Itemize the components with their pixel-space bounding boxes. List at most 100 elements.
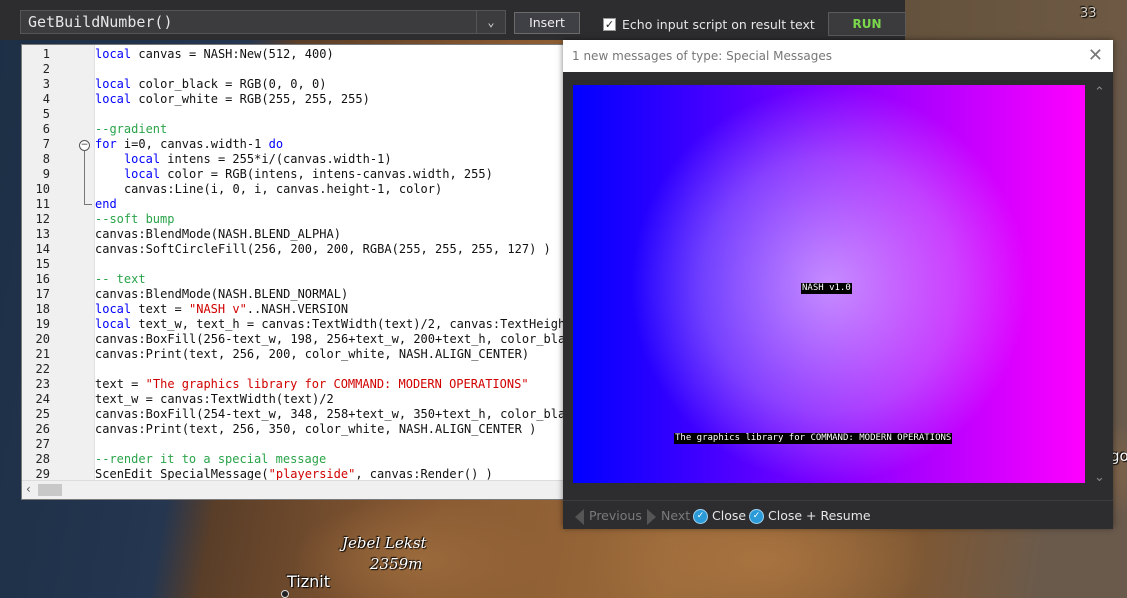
code-line[interactable]: 19 local text_w, text_h = canvas:TextWidt… — [22, 317, 565, 332]
script-toolbar: GetBuildNumber() ⌄ Insert ✓ Echo input s… — [0, 0, 906, 40]
code-line[interactable]: 24 text_w = canvas:TextWidth(text)/2 — [22, 392, 564, 407]
code-text: canvas:BlendMode(NASH.BLEND_NORMAL) — [95, 287, 349, 301]
code-text: canvas:Print(text, 256, 200, color_white… — [95, 347, 530, 361]
check-circle-icon: ✓ — [749, 509, 764, 524]
next-button[interactable]: Next — [647, 508, 690, 525]
code-line[interactable]: 1 local canvas = NASH:New(512, 400) — [22, 47, 564, 62]
rendered-canvas-image: NASH v1.0 The graphics library for COMMA… — [573, 85, 1085, 483]
code-line[interactable]: 9 local color = RGB(intens, intens-canva… — [22, 167, 564, 182]
code-editor[interactable]: 1 local canvas = NASH:New(512, 400) 2 3 loca… — [21, 44, 565, 500]
line-number: 14 — [35, 242, 50, 256]
line-number: 4 — [42, 92, 50, 106]
code-line[interactable]: 14 canvas:SoftCircleFill(256, 200, 200, R… — [22, 242, 564, 257]
check-circle-icon: ✓ — [693, 509, 708, 524]
previous-label: Previous — [589, 508, 642, 523]
code-text: --render it to a special message — [95, 452, 327, 466]
chevron-up-icon[interactable]: ⌃ — [1094, 85, 1105, 100]
special-message-dialog: 1 new messages of type: Special Messages… — [563, 40, 1113, 529]
code-line[interactable]: 21 canvas:Print(text, 256, 200, color_whi… — [22, 347, 564, 362]
code-line[interactable]: 12 --soft bump — [22, 212, 564, 227]
fold-toggle-icon[interactable]: − — [79, 140, 90, 151]
close-label: Close — [712, 508, 747, 523]
code-line[interactable]: 5 — [22, 107, 564, 122]
line-number: 15 — [35, 257, 50, 271]
canvas-version-text: NASH v1.0 — [801, 283, 852, 294]
code-text: canvas:BoxFill(254-text_w, 348, 258+text… — [95, 407, 565, 421]
chevron-down-icon[interactable]: ⌄ — [1094, 470, 1105, 485]
horizontal-scrollbar[interactable]: ‹ — [22, 480, 564, 499]
code-text: -- text — [95, 272, 146, 286]
code-line[interactable]: 7 for i=0, canvas.width-1 do — [22, 137, 564, 152]
dialog-title: 1 new messages of type: Special Messages — [572, 49, 833, 63]
map-label-elevation: 2359m — [370, 555, 423, 573]
code-line[interactable]: 10 canvas:Line(i, 0, i, canvas.height-1,… — [22, 182, 564, 197]
line-number: 28 — [35, 452, 50, 466]
code-line[interactable]: 11 end — [22, 197, 564, 212]
close-icon[interactable]: ✕ — [1088, 45, 1103, 66]
code-line[interactable]: 3 local color_black = RGB(0, 0, 0) — [22, 77, 564, 92]
code-line[interactable]: 2 — [22, 62, 564, 77]
map-label-mountain: Jebel Lekst — [342, 534, 427, 552]
code-text: local intens = 255*i/(canvas.width-1) — [123, 152, 392, 166]
code-line[interactable]: 20 canvas:BoxFill(256-text_w, 198, 256+te… — [22, 332, 564, 347]
close-resume-label: Close + Resume — [768, 508, 871, 523]
line-number: 27 — [35, 437, 50, 451]
scrollbar-thumb[interactable] — [38, 484, 62, 496]
code-text: text_w = canvas:TextWidth(text)/2 — [95, 392, 334, 406]
code-text: text = "The graphics library for COMMAND… — [95, 377, 529, 391]
echo-checkbox[interactable]: ✓ — [603, 18, 616, 31]
line-number: 21 — [35, 347, 50, 361]
echo-checkbox-label[interactable]: Echo input script on result text — [622, 17, 815, 32]
close-resume-button[interactable]: ✓ Close + Resume — [749, 508, 871, 524]
code-line[interactable]: 28 --render it to a special message — [22, 452, 564, 467]
function-select[interactable]: GetBuildNumber() ⌄ — [20, 10, 506, 34]
line-number: 1 — [42, 47, 50, 61]
city-marker-icon[interactable] — [281, 590, 289, 598]
code-line[interactable]: 15 — [22, 257, 564, 272]
code-line[interactable]: 4 local color_white = RGB(255, 255, 255) — [22, 92, 564, 107]
line-number: 18 — [35, 302, 50, 316]
code-text: --soft bump — [95, 212, 175, 226]
code-text: local canvas = NASH:New(512, 400) — [95, 47, 334, 61]
code-line[interactable]: 6 --gradient — [22, 122, 564, 137]
line-number: 5 — [42, 107, 50, 121]
chevron-left-icon[interactable]: ‹ — [26, 482, 31, 496]
code-text: local text_w, text_h = canvas:TextWidth(… — [95, 317, 565, 331]
code-text: for i=0, canvas.width-1 do — [95, 137, 284, 151]
arrow-right-icon — [647, 508, 656, 525]
previous-button[interactable]: Previous — [575, 508, 642, 525]
dialog-scrollbar[interactable]: ⌃ ⌄ — [1092, 85, 1109, 485]
code-line[interactable]: 22 — [22, 362, 564, 377]
code-text: end — [95, 197, 117, 211]
line-number: 22 — [35, 362, 50, 376]
code-line[interactable]: 26 canvas:Print(text, 256, 350, color_whi… — [22, 422, 564, 437]
line-number: 3 — [42, 77, 50, 91]
line-number: 6 — [42, 122, 50, 136]
code-line[interactable]: 25 canvas:BoxFill(254-text_w, 348, 258+te… — [22, 407, 565, 422]
close-button[interactable]: ✓ Close — [693, 508, 746, 524]
line-number: 9 — [42, 167, 50, 181]
code-line[interactable]: 13 canvas:BlendMode(NASH.BLEND_ALPHA) — [22, 227, 564, 242]
arrow-left-icon — [575, 508, 584, 525]
code-line[interactable]: 18 local text = "NASH v"..NASH.VERSION — [22, 302, 564, 317]
code-line[interactable]: 27 — [22, 437, 564, 452]
code-text: canvas:SoftCircleFill(256, 200, 200, RGB… — [95, 242, 551, 256]
chevron-down-icon[interactable]: ⌄ — [476, 11, 505, 33]
code-line[interactable]: 23 text = "The graphics library for COMMA… — [22, 377, 564, 392]
run-button[interactable]: RUN — [828, 12, 906, 36]
canvas-tagline-text: The graphics library for COMMAND: MODERN… — [674, 433, 953, 444]
code-text: canvas:BlendMode(NASH.BLEND_ALPHA) — [95, 227, 341, 241]
code-text: local text = "NASH v"..NASH.VERSION — [95, 302, 349, 316]
insert-button[interactable]: Insert — [514, 12, 580, 34]
code-text: --gradient — [95, 122, 168, 136]
line-number: 8 — [42, 152, 50, 166]
code-line[interactable]: 16 -- text — [22, 272, 564, 287]
fold-guide — [84, 151, 85, 204]
line-number: 23 — [35, 377, 50, 391]
code-line[interactable]: 8 local intens = 255*i/(canvas.width-1) — [22, 152, 564, 167]
code-text: canvas:Print(text, 256, 350, color_white… — [95, 422, 537, 436]
code-line[interactable]: 17 canvas:BlendMode(NASH.BLEND_NORMAL) — [22, 287, 564, 302]
line-number: 24 — [35, 392, 50, 406]
line-number: 11 — [35, 197, 50, 211]
fold-guide-end — [84, 204, 92, 205]
